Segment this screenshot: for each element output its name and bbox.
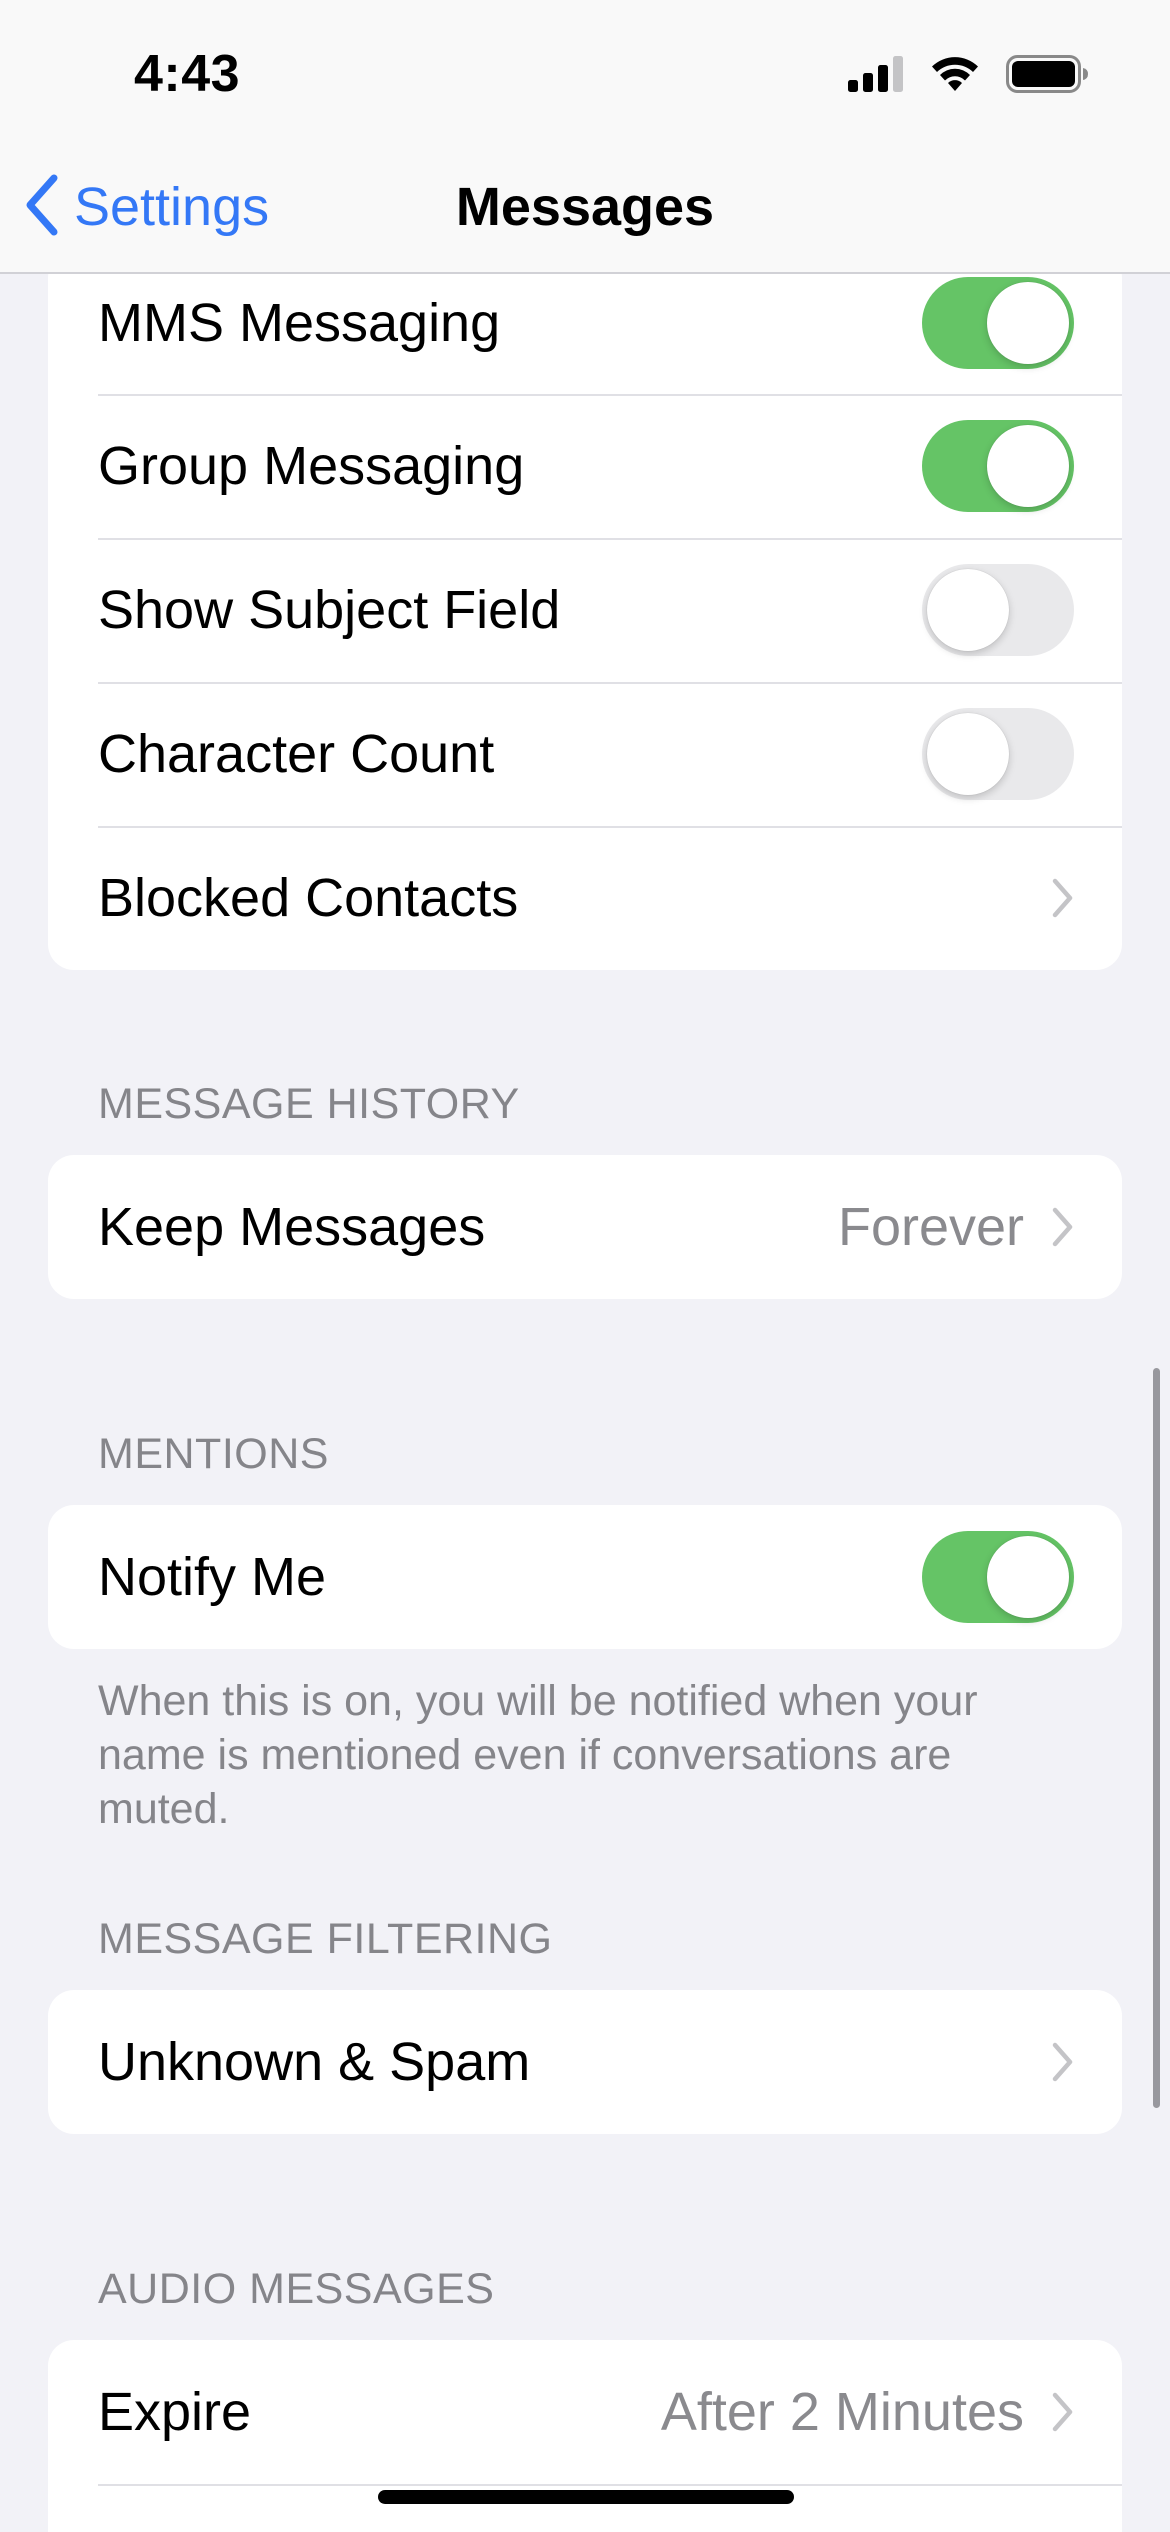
status-time: 4:43 bbox=[134, 45, 241, 103]
mentions-group: Notify Me bbox=[48, 1505, 1122, 1649]
battery-icon bbox=[1006, 54, 1090, 98]
group-messaging-toggle[interactable] bbox=[922, 420, 1074, 512]
settings-list[interactable]: MMS Messaging Group Messaging Show Subje… bbox=[0, 0, 1170, 2532]
chevron-right-icon bbox=[1052, 2042, 1074, 2082]
row-label: Keep Messages bbox=[98, 1197, 486, 1257]
status-bar: 4:43 bbox=[0, 0, 1170, 150]
row-label: Blocked Contacts bbox=[98, 868, 519, 928]
messages-settings-screen: 4:43 Settings Messages MMS Messaging Gro… bbox=[0, 0, 1170, 2532]
row-label: Character Count bbox=[98, 724, 495, 784]
home-indicator[interactable] bbox=[378, 2490, 794, 2504]
character-count-toggle[interactable] bbox=[922, 708, 1074, 800]
section-header-message-history: MESSAGE HISTORY bbox=[98, 1080, 520, 1128]
settings-row-character-count[interactable]: Character Count bbox=[48, 682, 1122, 826]
row-label: Group Messaging bbox=[98, 436, 525, 496]
expire-value: After 2 Minutes bbox=[660, 2382, 1024, 2442]
navigation-bar: Settings Messages bbox=[0, 150, 1170, 274]
mms-messaging-toggle[interactable] bbox=[922, 277, 1074, 369]
chevron-right-icon bbox=[1052, 2392, 1074, 2432]
chevron-right-icon bbox=[1052, 1207, 1074, 1247]
status-icons bbox=[848, 54, 1090, 98]
section-header-mentions: MENTIONS bbox=[98, 1430, 329, 1478]
message-filtering-group: Unknown & Spam bbox=[48, 1990, 1122, 2134]
toggle-knob bbox=[987, 425, 1069, 507]
row-label: Unknown & Spam bbox=[98, 2032, 531, 2092]
section-header-audio-messages: AUDIO MESSAGES bbox=[98, 2265, 495, 2313]
chevron-right-icon bbox=[1052, 878, 1074, 918]
message-history-group: Keep Messages Forever bbox=[48, 1155, 1122, 1299]
page-title: Messages bbox=[455, 177, 715, 237]
sms-settings-group: MMS Messaging Group Messaging Show Subje… bbox=[48, 252, 1122, 970]
toggle-knob bbox=[987, 1536, 1069, 1618]
settings-row-keep-messages[interactable]: Keep Messages Forever bbox=[48, 1155, 1122, 1299]
cellular-signal-icon bbox=[848, 55, 904, 97]
row-label: Show Subject Field bbox=[98, 580, 561, 640]
settings-row-blocked-contacts[interactable]: Blocked Contacts bbox=[48, 826, 1122, 970]
row-label: MMS Messaging bbox=[98, 293, 501, 353]
mentions-footer-text: When this is on, you will be notified wh… bbox=[98, 1677, 978, 1833]
settings-row-show-subject-field[interactable]: Show Subject Field bbox=[48, 538, 1122, 682]
toggle-knob bbox=[987, 282, 1069, 364]
toggle-knob bbox=[927, 569, 1009, 651]
section-header-message-filtering: MESSAGE FILTERING bbox=[98, 1915, 553, 1963]
settings-row-unknown-spam[interactable]: Unknown & Spam bbox=[48, 1990, 1122, 2134]
settings-row-notify-me[interactable]: Notify Me bbox=[48, 1505, 1122, 1649]
notify-me-toggle[interactable] bbox=[922, 1531, 1074, 1623]
toggle-knob bbox=[927, 713, 1009, 795]
settings-row-group-messaging[interactable]: Group Messaging bbox=[48, 394, 1122, 538]
row-label: Notify Me bbox=[98, 1547, 327, 1607]
show-subject-field-toggle[interactable] bbox=[922, 564, 1074, 656]
settings-row-expire[interactable]: Expire After 2 Minutes bbox=[48, 2340, 1122, 2484]
keep-messages-value: Forever bbox=[837, 1197, 1024, 1257]
row-label: Expire bbox=[98, 2382, 252, 2442]
wifi-icon bbox=[930, 55, 980, 98]
scroll-indicator[interactable] bbox=[1153, 1368, 1160, 2108]
